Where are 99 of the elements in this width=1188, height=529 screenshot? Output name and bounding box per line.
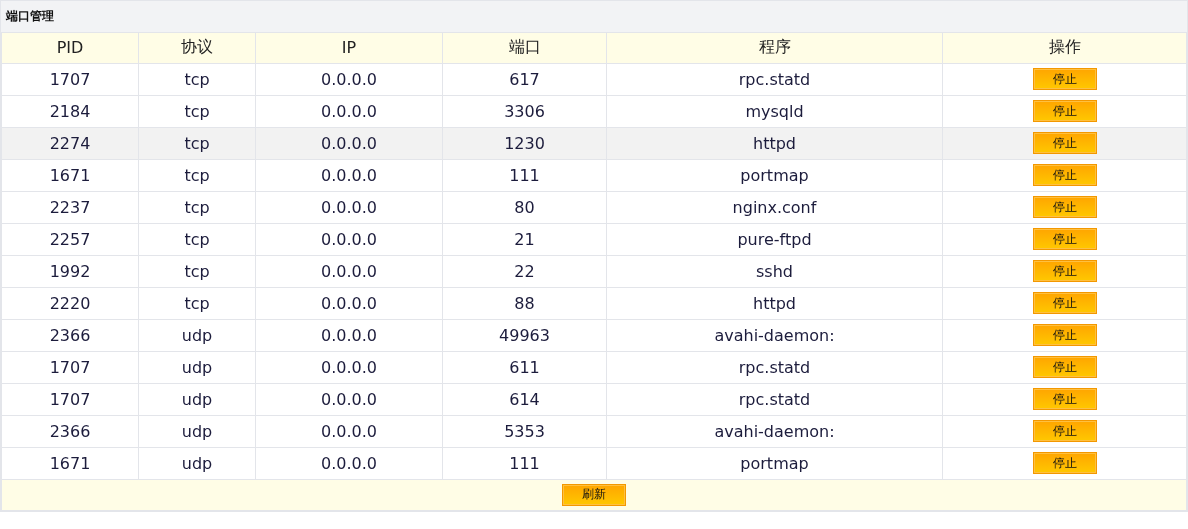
table-cell: tcp — [138, 159, 256, 191]
table-cell: udp — [138, 319, 256, 351]
stop-button[interactable]: 停止 — [1032, 164, 1097, 186]
stop-button[interactable]: 停止 — [1032, 356, 1097, 378]
table-row[interactable]: 1707 udp 0.0.0.0 614 rpc.statd 停止 — [1, 383, 1187, 415]
stop-button[interactable]: 停止 — [1032, 452, 1097, 474]
table-cell: 0.0.0.0 — [255, 447, 443, 479]
table-cell: 2366 — [1, 319, 139, 351]
table-row[interactable]: 2366 udp 0.0.0.0 49963 avahi-daemon: 停止 — [1, 319, 1187, 351]
table-cell: 0.0.0.0 — [255, 223, 443, 255]
table-cell: 1992 — [1, 255, 139, 287]
table-cell: 0.0.0.0 — [255, 95, 443, 127]
table-cell: avahi-daemon: — [606, 415, 943, 447]
table-cell: 0.0.0.0 — [255, 191, 443, 223]
stop-button[interactable]: 停止 — [1032, 68, 1097, 90]
table-cell: 22 — [442, 255, 607, 287]
table-cell: 2220 — [1, 287, 139, 319]
stop-button[interactable]: 停止 — [1032, 132, 1097, 154]
table-cell: 3306 — [442, 95, 607, 127]
table-row[interactable]: 1671 udp 0.0.0.0 111 portmap 停止 — [1, 447, 1187, 479]
table-cell: 0.0.0.0 — [255, 159, 443, 191]
table-row[interactable]: 2257 tcp 0.0.0.0 21 pure-ftpd 停止 — [1, 223, 1187, 255]
stop-button[interactable]: 停止 — [1032, 388, 1097, 410]
column-header: 程序 — [606, 33, 943, 63]
stop-button[interactable]: 停止 — [1032, 100, 1097, 122]
table-cell: tcp — [138, 95, 256, 127]
table-row[interactable]: 2184 tcp 0.0.0.0 3306 mysqld 停止 — [1, 95, 1187, 127]
table-cell: avahi-daemon: — [606, 319, 943, 351]
table-row[interactable]: 2366 udp 0.0.0.0 5353 avahi-daemon: 停止 — [1, 415, 1187, 447]
table-cell: portmap — [606, 447, 943, 479]
table-cell: tcp — [138, 287, 256, 319]
column-header: 操作 — [942, 33, 1187, 63]
table-row[interactable]: 2220 tcp 0.0.0.0 88 httpd 停止 — [1, 287, 1187, 319]
column-header: PID — [1, 33, 139, 63]
table-cell: udp — [138, 383, 256, 415]
table-cell: 0.0.0.0 — [255, 319, 443, 351]
stop-button[interactable]: 停止 — [1032, 260, 1097, 282]
table-cell: tcp — [138, 191, 256, 223]
table-cell: 111 — [442, 159, 607, 191]
refresh-button[interactable]: 刷新 — [562, 483, 626, 506]
table-cell: 1707 — [1, 351, 139, 383]
table-cell: 1707 — [1, 63, 139, 95]
table-cell: 0.0.0.0 — [255, 63, 443, 95]
table-cell: tcp — [138, 63, 256, 95]
table-row[interactable]: 1992 tcp 0.0.0.0 22 sshd 停止 — [1, 255, 1187, 287]
table-row[interactable]: 1707 udp 0.0.0.0 611 rpc.statd 停止 — [1, 351, 1187, 383]
table-cell: 88 — [442, 287, 607, 319]
stop-button[interactable]: 停止 — [1032, 292, 1097, 314]
table-cell: 21 — [442, 223, 607, 255]
table-cell: tcp — [138, 255, 256, 287]
column-header: 协议 — [138, 33, 256, 63]
stop-button[interactable]: 停止 — [1032, 420, 1097, 442]
table-cell: 0.0.0.0 — [255, 383, 443, 415]
stop-button[interactable]: 停止 — [1032, 196, 1097, 218]
table-cell: nginx.conf — [606, 191, 943, 223]
table-cell: httpd — [606, 287, 943, 319]
table-cell: 0.0.0.0 — [255, 287, 443, 319]
table-cell: httpd — [606, 127, 943, 159]
table-cell: udp — [138, 351, 256, 383]
table-cell: udp — [138, 415, 256, 447]
table-cell: 49963 — [442, 319, 607, 351]
table-row[interactable]: 2237 tcp 0.0.0.0 80 nginx.conf 停止 — [1, 191, 1187, 223]
table-cell: 111 — [442, 447, 607, 479]
table-cell: 2274 — [1, 127, 139, 159]
table-cell: 0.0.0.0 — [255, 415, 443, 447]
table-cell: pure-ftpd — [606, 223, 943, 255]
table-cell: 611 — [442, 351, 607, 383]
table-row[interactable]: 2274 tcp 0.0.0.0 1230 httpd 停止 — [1, 127, 1187, 159]
table-cell: mysqld — [606, 95, 943, 127]
table-cell: 0.0.0.0 — [255, 255, 443, 287]
table-cell: 2366 — [1, 415, 139, 447]
table-cell: 80 — [442, 191, 607, 223]
column-header: IP — [255, 33, 443, 63]
table-cell: 617 — [442, 63, 607, 95]
table-cell: 2257 — [1, 223, 139, 255]
stop-button[interactable]: 停止 — [1032, 228, 1097, 250]
table-cell: 614 — [442, 383, 607, 415]
table-cell: tcp — [138, 223, 256, 255]
table-cell: sshd — [606, 255, 943, 287]
panel-title: 端口管理 — [6, 8, 54, 25]
table-cell: 5353 — [442, 415, 607, 447]
table-cell: 1671 — [1, 159, 139, 191]
column-header: 端口 — [442, 33, 607, 63]
table-cell: 2237 — [1, 191, 139, 223]
table-cell: 2184 — [1, 95, 139, 127]
table-cell: rpc.statd — [606, 351, 943, 383]
table-row[interactable]: 1707 tcp 0.0.0.0 617 rpc.statd 停止 — [1, 63, 1187, 95]
table-cell: 1230 — [442, 127, 607, 159]
table-cell: 0.0.0.0 — [255, 127, 443, 159]
table-cell: 1707 — [1, 383, 139, 415]
table-cell: rpc.statd — [606, 63, 943, 95]
stop-button[interactable]: 停止 — [1032, 324, 1097, 346]
table-cell: 0.0.0.0 — [255, 351, 443, 383]
table-cell: rpc.statd — [606, 383, 943, 415]
table-cell: 1671 — [1, 447, 139, 479]
table-cell: tcp — [138, 127, 256, 159]
table-cell: udp — [138, 447, 256, 479]
table-row[interactable]: 1671 tcp 0.0.0.0 111 portmap 停止 — [1, 159, 1187, 191]
table-cell: portmap — [606, 159, 943, 191]
